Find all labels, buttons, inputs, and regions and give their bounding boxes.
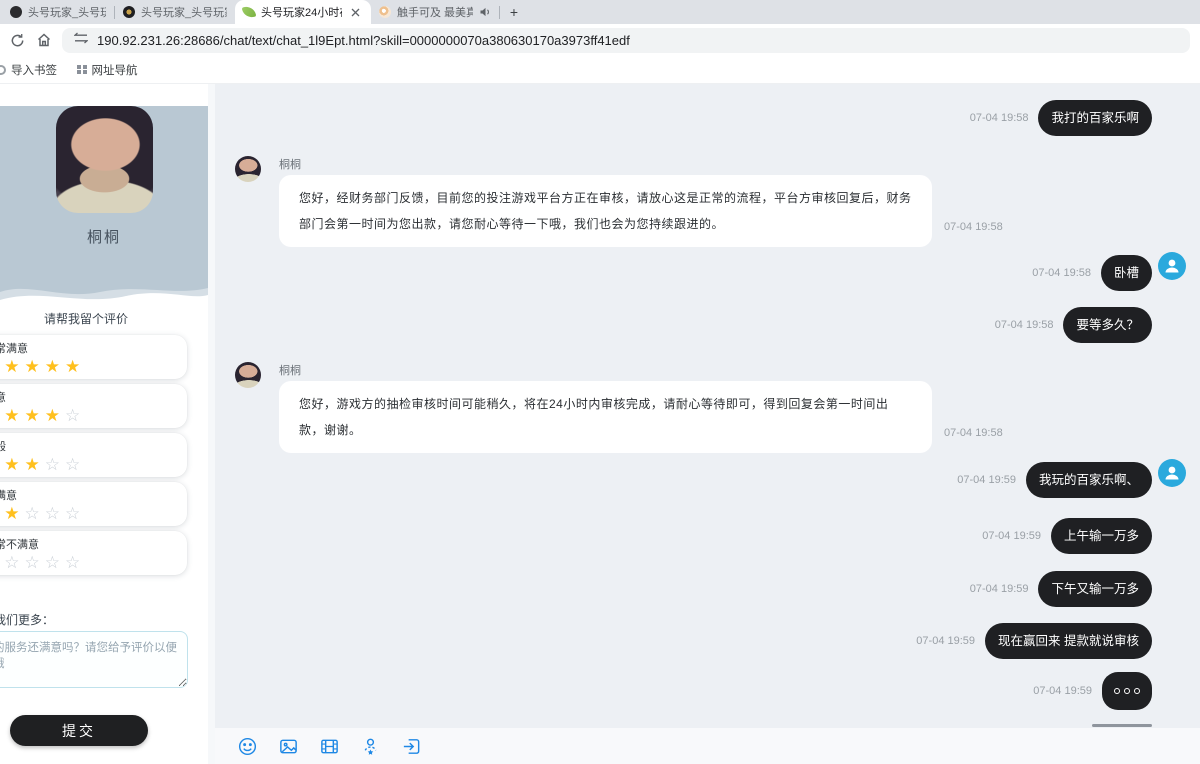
message-row: 07-04 19:59 现在赢回来 提款就说审核 — [215, 623, 1200, 659]
tab-title: 头号玩家_头号玩家游 — [141, 4, 227, 20]
tab-4-favicon — [379, 6, 391, 18]
star-rating[interactable]: ★★★★☆ — [0, 406, 187, 425]
rating-card-very-unsatisfied[interactable]: 非常不满意 ★☆☆☆☆ — [0, 531, 187, 575]
rating-card-satisfied[interactable]: 满意 ★★★★☆ — [0, 384, 187, 428]
user-avatar-icon — [1158, 252, 1186, 280]
user-message-bubble: 现在赢回来 提款就说审核 — [985, 623, 1152, 659]
agent-name: 桐桐 — [0, 226, 208, 247]
wave-divider — [0, 278, 208, 308]
message-row: 桐桐 您好，游戏方的抽检审核时间可能稍久，将在24小时内审核完成，请耐心等待即可… — [215, 362, 1200, 453]
feedback-label: 告诉我们更多： — [0, 611, 208, 628]
chat-toolbar — [215, 728, 1200, 764]
timestamp: 07-04 19:59 — [1033, 685, 1092, 697]
tab-3-active[interactable]: 头号玩家24小时在 — [235, 0, 371, 24]
tab-2[interactable]: 头号玩家_头号玩家游 — [115, 0, 235, 24]
agent-avatar-small — [235, 362, 261, 388]
timestamp: 07-04 19:58 — [944, 427, 1003, 439]
sidebar-header: 桐桐 — [0, 106, 208, 278]
star-rating[interactable]: ★★☆☆☆ — [0, 504, 187, 523]
message-row: 07-04 19:59 上午输一万多 — [215, 518, 1200, 554]
image-icon[interactable] — [277, 735, 299, 757]
message-row: 07-04 19:58 要等多久？ — [215, 307, 1200, 343]
timestamp: 07-04 19:59 — [970, 583, 1029, 595]
tab-title: 触手可及 最美真人 — [397, 4, 473, 20]
user-message-bubble: 我打的百家乐啊 — [1038, 100, 1152, 136]
bookmark-nav[interactable]: 网址导航 — [77, 62, 138, 78]
submit-button[interactable]: 提交 — [10, 715, 148, 746]
timestamp: 07-04 19:58 — [970, 112, 1029, 124]
emoji-icon[interactable] — [236, 735, 258, 757]
video-icon[interactable] — [318, 735, 340, 757]
tab-4[interactable]: 触手可及 最美真人 — [371, 0, 499, 24]
rating-title: 请帮我留个评价 — [44, 310, 208, 327]
tab-2-favicon — [123, 6, 135, 18]
agent-name-label: 桐桐 — [279, 362, 1003, 378]
timestamp: 07-04 19:59 — [957, 474, 1016, 486]
timestamp: 07-04 19:58 — [944, 221, 1003, 233]
timestamp: 07-04 19:59 — [982, 530, 1041, 542]
speaker-icon[interactable] — [479, 6, 491, 18]
message-row: 07-04 19:59 — [215, 672, 1200, 710]
user-message-bubble: 上午输一万多 — [1051, 518, 1152, 554]
timestamp: 07-04 19:58 — [1032, 267, 1091, 279]
tab-bar: 头号玩家_头号玩家游 头号玩家_头号玩家游 头号玩家24小时在 触手可及 最美真… — [0, 0, 1200, 24]
message-row: 07-04 19:59 下午又输一万多 — [215, 571, 1200, 607]
reload-icon[interactable] — [8, 31, 26, 49]
typing-indicator-bubble — [1102, 672, 1152, 710]
bookmark-import[interactable]: 导入书签 — [0, 62, 57, 78]
browser-navbar: 190.92.231.26:28686/chat/text/chat_1l9Ep… — [0, 24, 1200, 56]
close-icon[interactable] — [348, 4, 363, 20]
feedback-textarea[interactable] — [0, 631, 188, 688]
agent-message-bubble: 您好，游戏方的抽检审核时间可能稍久，将在24小时内审核完成，请耐心等待即可，得到… — [279, 381, 932, 453]
star-rating[interactable]: ★★★★★ — [0, 357, 187, 376]
url-bar[interactable]: 190.92.231.26:28686/chat/text/chat_1l9Ep… — [62, 28, 1190, 53]
agent-name-label: 桐桐 — [279, 156, 1003, 172]
bookmarks-bar: 导入书签 网址导航 — [0, 56, 1200, 84]
tab-1[interactable]: 头号玩家_头号玩家游 — [2, 0, 114, 24]
agent-sidebar: 桐桐 请帮我留个评价 非常满意 ★★★★★ 满意 ★★★★☆ 一般 ★★★☆☆ … — [0, 84, 208, 764]
user-message-bubble: 卧槽 — [1101, 255, 1152, 291]
agent-avatar-large — [56, 106, 153, 213]
tab-separator — [499, 6, 500, 19]
tab-title: 头号玩家_头号玩家游 — [28, 4, 106, 20]
swap-arrows-icon — [74, 31, 88, 49]
star-rating[interactable]: ★☆☆☆☆ — [0, 553, 187, 572]
user-message-bubble: 要等多久？ — [1063, 307, 1152, 343]
agent-message-bubble: 您好，经财务部门反馈，目前您的投注游戏平台方正在审核，请放心这是正常的流程，平台… — [279, 175, 932, 247]
tab-title: 头号玩家24小时在 — [261, 4, 342, 20]
bookmark-icon — [0, 65, 6, 75]
url-text: 190.92.231.26:28686/chat/text/chat_1l9Ep… — [97, 33, 630, 48]
timestamp: 07-04 19:58 — [995, 319, 1054, 331]
chat-panel: 07-04 19:58 我打的百家乐啊 桐桐 您好，经财务部门反馈，目前您的投注… — [208, 84, 1200, 764]
tab-1-favicon — [10, 6, 22, 18]
user-message-bubble: 我玩的百家乐啊、 — [1026, 462, 1152, 498]
message-row: 07-04 19:58 我打的百家乐啊 — [215, 100, 1200, 136]
agent-transfer-icon[interactable] — [359, 735, 381, 757]
message-row: 07-04 19:59 我玩的百家乐啊、 — [215, 462, 1200, 498]
chat-message-list[interactable]: 07-04 19:58 我打的百家乐啊 桐桐 您好，经财务部门反馈，目前您的投注… — [215, 84, 1200, 728]
rating-card-very-satisfied[interactable]: 非常满意 ★★★★★ — [0, 335, 187, 379]
user-message-bubble: 下午又输一万多 — [1038, 571, 1152, 607]
rating-card-unsatisfied[interactable]: 不满意 ★★☆☆☆ — [0, 482, 187, 526]
new-tab-button[interactable]: + — [506, 4, 522, 20]
leaf-favicon — [242, 5, 257, 20]
scrollbar-thumb[interactable] — [1092, 724, 1152, 727]
exit-icon[interactable] — [400, 735, 422, 757]
star-rating[interactable]: ★★★☆☆ — [0, 455, 187, 474]
agent-avatar-small — [235, 156, 261, 182]
rating-card-neutral[interactable]: 一般 ★★★☆☆ — [0, 433, 187, 477]
timestamp: 07-04 19:59 — [916, 635, 975, 647]
message-row: 桐桐 您好，经财务部门反馈，目前您的投注游戏平台方正在审核，请放心这是正常的流程… — [215, 156, 1200, 247]
user-avatar-icon — [1158, 459, 1186, 487]
message-row: 07-04 19:58 卧槽 — [215, 255, 1200, 291]
grid-icon — [77, 65, 87, 75]
home-icon[interactable] — [35, 31, 53, 49]
